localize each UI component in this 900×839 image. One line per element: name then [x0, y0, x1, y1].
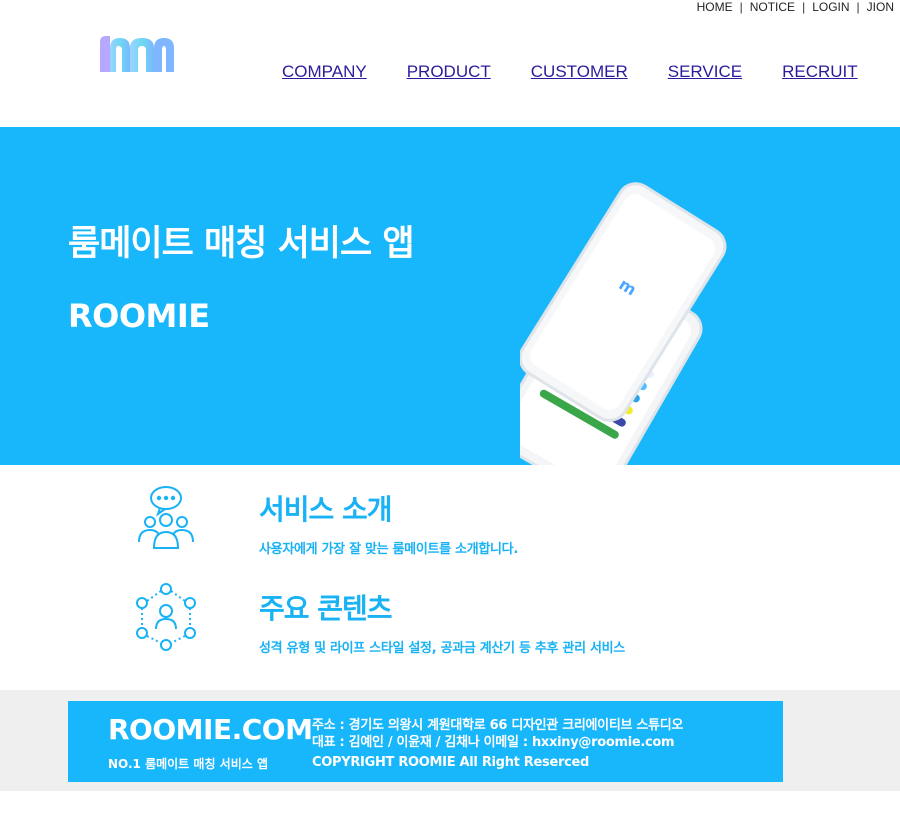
util-link-login[interactable]: LOGIN	[812, 0, 849, 14]
main-nav: COMPANY PRODUCT CUSTOMER SERVICE RECRUIT	[282, 62, 858, 82]
features-section: 서비스 소개 사용자에게 가장 잘 맞는 룸메이트를 소개합니다. 주요 콘텐츠…	[0, 465, 900, 690]
util-link-home[interactable]: HOME	[697, 0, 733, 14]
footer-tagline: NO.1 룸메이트 매칭 서비스 앱	[108, 757, 269, 771]
footer-representative: 대표 : 김예인 / 이윤재 / 김채나 이메일 : hxxiny@roomie…	[312, 735, 675, 750]
feature-title: 주요 콘텐츠	[259, 592, 393, 625]
footer-banner: ROOMIE.COM NO.1 룸메이트 매칭 서비스 앱 주소 : 경기도 의…	[68, 701, 783, 782]
divider: |	[856, 0, 860, 14]
feature-desc: 성격 유형 및 라이프 스타일 설정, 공과금 계산기 등 추후 관리 서비스	[259, 641, 625, 656]
chat-people-icon	[130, 482, 202, 554]
hero-subtitle: ROOMIE	[68, 297, 210, 335]
hero-title: 룸메이트 매칭 서비스 앱	[68, 224, 415, 264]
feature-service-intro: 서비스 소개 사용자에게 가장 잘 맞는 룸메이트를 소개합니다.	[130, 482, 830, 562]
divider: |	[802, 0, 806, 14]
phone-mockup-image: m m	[495, 167, 820, 465]
footer-brand: ROOMIE.COM	[108, 713, 313, 746]
roomie-logo[interactable]	[96, 32, 178, 76]
nav-recruit[interactable]: RECRUIT	[782, 62, 858, 82]
network-person-icon	[130, 581, 202, 653]
utility-nav: HOME | NOTICE | LOGIN | JION	[697, 0, 894, 14]
feature-desc: 사용자에게 가장 잘 맞는 룸메이트를 소개합니다.	[259, 542, 518, 557]
feature-main-content: 주요 콘텐츠 성격 유형 및 라이프 스타일 설정, 공과금 계산기 등 추후 …	[130, 581, 830, 661]
nav-product[interactable]: PRODUCT	[407, 62, 491, 82]
nav-service[interactable]: SERVICE	[668, 62, 742, 82]
util-link-notice[interactable]: NOTICE	[750, 0, 795, 14]
nav-customer[interactable]: CUSTOMER	[531, 62, 628, 82]
util-link-join[interactable]: JION	[867, 0, 894, 14]
feature-title: 서비스 소개	[259, 493, 393, 526]
divider: |	[739, 0, 743, 14]
hero-banner: 룸메이트 매칭 서비스 앱 ROOMIE m m	[0, 127, 900, 465]
footer-copyright: COPYRIGHT ROOMIE All Right Reserced	[312, 755, 590, 770]
footer: ROOMIE.COM NO.1 룸메이트 매칭 서비스 앱 주소 : 경기도 의…	[0, 690, 900, 791]
nav-company[interactable]: COMPANY	[282, 62, 367, 82]
